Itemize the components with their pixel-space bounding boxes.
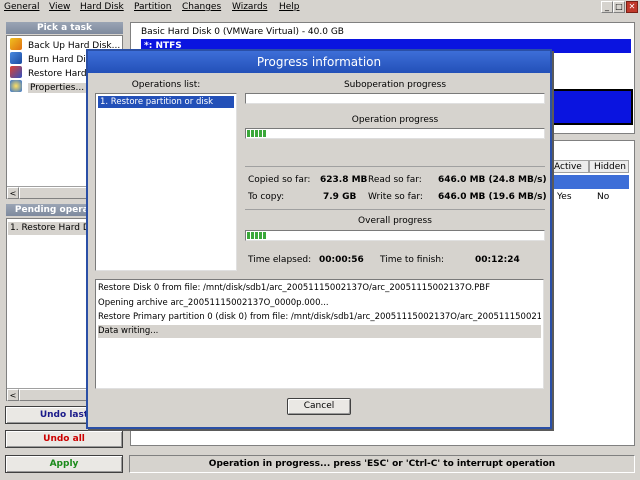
overall-progress-bar <box>245 230 545 241</box>
scroll-left-arrow-icon[interactable]: < <box>7 389 19 401</box>
menu-hard-disk[interactable]: Hard Disk <box>80 1 124 13</box>
progress-block <box>259 232 262 239</box>
operation-progress-fill <box>247 130 268 137</box>
tocopy-value: 7.9 GB <box>323 192 357 202</box>
task-properties[interactable]: Properties... <box>10 80 87 94</box>
dialog-title: Progress information <box>88 51 550 73</box>
write-label: Write so far: <box>368 192 423 202</box>
disk-header: Basic Hard Disk 0 (VMWare Virtual) - 40.… <box>141 27 344 37</box>
elapsed-label: Time elapsed: <box>248 255 312 265</box>
column-header-active[interactable]: Active <box>549 160 589 173</box>
progress-block <box>263 232 266 239</box>
status-bar: Operation in progress... press 'ESC' or … <box>129 455 635 473</box>
progress-block <box>259 130 262 137</box>
suboperation-progress-bar <box>245 93 545 104</box>
progress-block <box>247 130 250 137</box>
operations-list-label: Operations list: <box>131 80 201 90</box>
burn-icon <box>10 52 22 64</box>
menu-partition[interactable]: Partition <box>134 1 172 13</box>
menu-help[interactable]: Help <box>279 1 300 13</box>
menu-view[interactable]: View <box>49 1 70 13</box>
table-cell-active: Yes <box>557 192 572 202</box>
log-line: Restore Disk 0 from file: /mnt/disk/sdb1… <box>98 283 490 293</box>
operation-label: Operation progress <box>351 115 439 125</box>
log-line-current: Data writing... <box>98 325 541 338</box>
progress-block <box>251 130 254 137</box>
cancel-button[interactable]: Cancel <box>287 398 351 415</box>
log-line: Restore Primary partition 0 (disk 0) fro… <box>98 312 541 322</box>
minimize-button[interactable]: _ <box>601 1 613 13</box>
divider <box>245 209 545 210</box>
suboperation-label: Suboperation progress <box>343 80 447 90</box>
backup-icon <box>10 38 22 50</box>
divider <box>245 166 545 167</box>
progress-block <box>255 232 258 239</box>
close-button[interactable]: ✕ <box>626 1 638 13</box>
menu-bar: General View Hard Disk Partition Changes… <box>0 0 640 14</box>
restore-icon <box>10 66 22 78</box>
progress-block <box>247 232 250 239</box>
table-cell-hidden: No <box>597 192 610 202</box>
write-value: 646.0 MB (19.6 MB/s) <box>438 192 547 202</box>
partition-block[interactable] <box>551 89 633 125</box>
elapsed-value: 00:00:56 <box>319 255 364 265</box>
table-row-selected[interactable] <box>549 175 629 189</box>
pick-task-header: Pick a task <box>6 22 123 34</box>
finish-value: 00:12:24 <box>475 255 520 265</box>
undo-all-button[interactable]: Undo all <box>5 430 123 448</box>
maximize-button[interactable]: □ <box>613 1 625 13</box>
menu-general[interactable]: General <box>4 1 39 13</box>
read-value: 646.0 MB (24.8 MB/s) <box>438 175 547 185</box>
properties-icon <box>10 80 22 92</box>
scroll-left-arrow-icon[interactable]: < <box>7 187 19 199</box>
operations-list: 1. Restore partition or disk <box>95 93 237 271</box>
menu-wizards[interactable]: Wizards <box>232 1 267 13</box>
progress-block <box>255 130 258 137</box>
log-line: Opening archive arc_20051115002137O_0000… <box>98 298 329 308</box>
column-header-hidden[interactable]: Hidden <box>589 160 629 173</box>
read-label: Read so far: <box>368 175 422 185</box>
log-box: Restore Disk 0 from file: /mnt/disk/sdb1… <box>95 279 544 389</box>
apply-button[interactable]: Apply <box>5 455 123 473</box>
overall-label: Overall progress <box>358 216 432 226</box>
progress-dialog: Progress information Operations list: 1.… <box>86 49 552 429</box>
progress-block <box>251 232 254 239</box>
copied-value: 623.8 MB <box>320 175 368 185</box>
operation-item[interactable]: 1. Restore partition or disk <box>98 96 234 108</box>
operation-progress-bar <box>245 128 545 139</box>
overall-progress-fill <box>247 232 268 239</box>
menu-changes[interactable]: Changes <box>182 1 221 13</box>
tocopy-label: To copy: <box>248 192 285 202</box>
progress-block <box>263 130 266 137</box>
finish-label: Time to finish: <box>380 255 445 265</box>
copied-label: Copied so far: <box>248 175 311 185</box>
